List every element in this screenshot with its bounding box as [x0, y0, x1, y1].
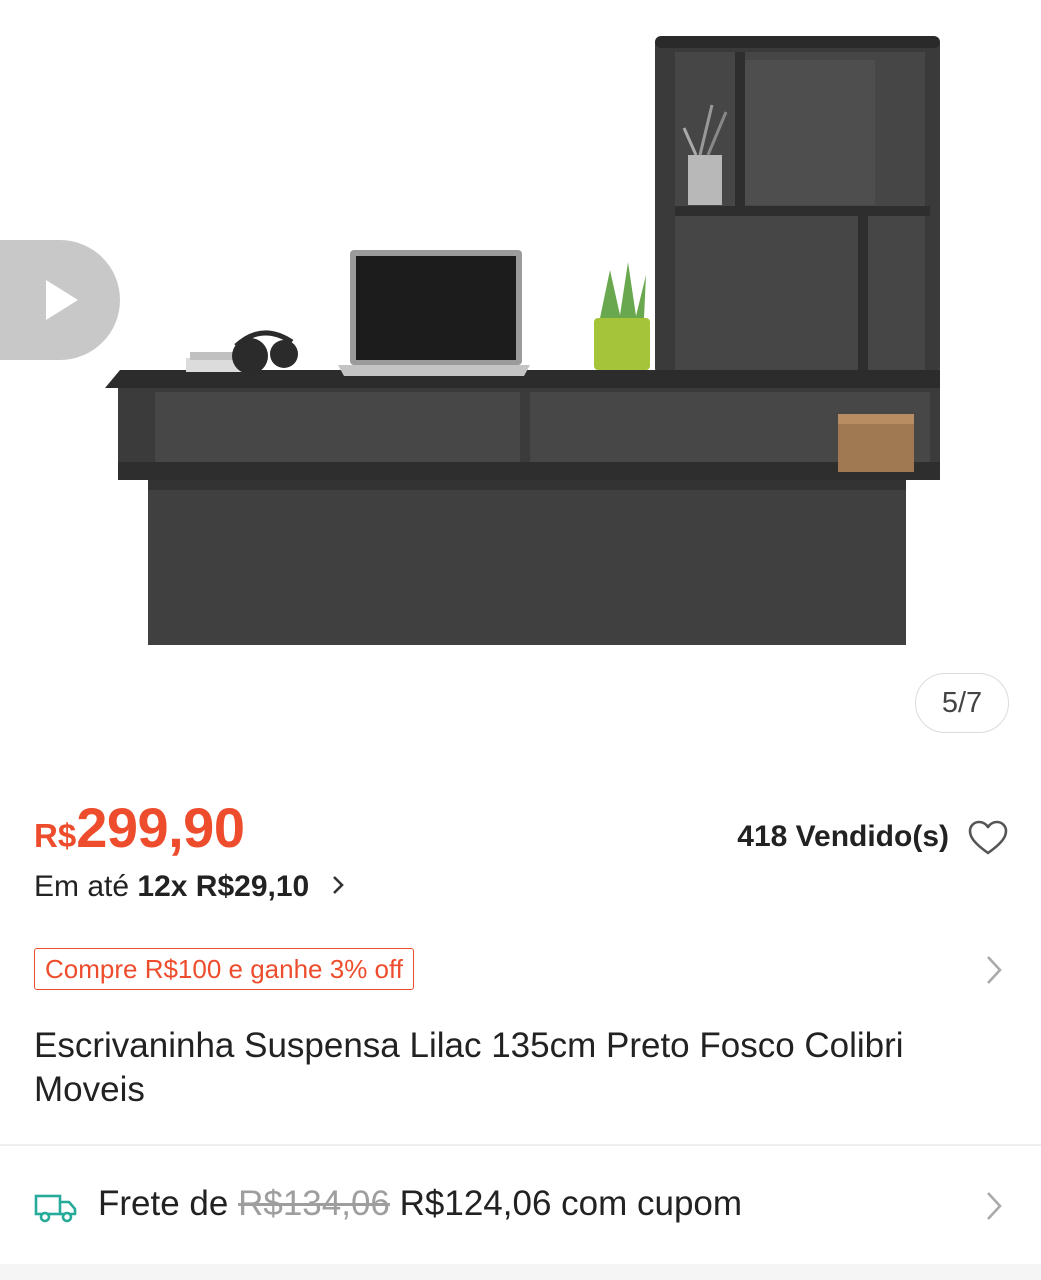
chevron-right-icon[interactable]	[984, 954, 1004, 986]
section-separator	[0, 1264, 1041, 1280]
truck-icon	[34, 1194, 77, 1223]
shipping-new-price: R$124,06 com cupom	[399, 1184, 743, 1223]
play-icon	[46, 280, 78, 320]
video-play-button[interactable]	[0, 240, 120, 360]
product-image-gallery[interactable]: 5/7	[0, 0, 1041, 760]
price-amount: 299,90	[76, 796, 245, 859]
chevron-right-icon	[332, 876, 344, 894]
installment-link[interactable]: Em até 12x R$29,10	[34, 870, 344, 904]
sold-count: 418 Vendido(s)	[737, 820, 949, 853]
installment-prefix: Em até	[34, 870, 130, 903]
shipping-row[interactable]: Frete de R$134,06 R$124,06 com cupom	[0, 1146, 1041, 1264]
shipping-text: Frete de R$134,06 R$124,06 com cupom	[98, 1184, 742, 1224]
installment-value: 12x R$29,10	[137, 870, 310, 903]
shipping-old-price: R$134,06	[238, 1184, 390, 1223]
chevron-right-icon	[987, 1192, 1002, 1220]
heart-outline-icon[interactable]	[968, 820, 1008, 856]
promo-tag[interactable]: Compre R$100 e ganhe 3% off	[34, 948, 414, 990]
product-image	[105, 36, 940, 645]
shipping-prefix: Frete de	[98, 1184, 229, 1223]
product-title: Escrivaninha Suspensa Lilac 135cm Preto …	[34, 1026, 904, 1109]
price: R$299,90	[34, 795, 245, 860]
price-currency: R$	[34, 817, 77, 854]
image-counter: 5/7	[915, 673, 1009, 733]
